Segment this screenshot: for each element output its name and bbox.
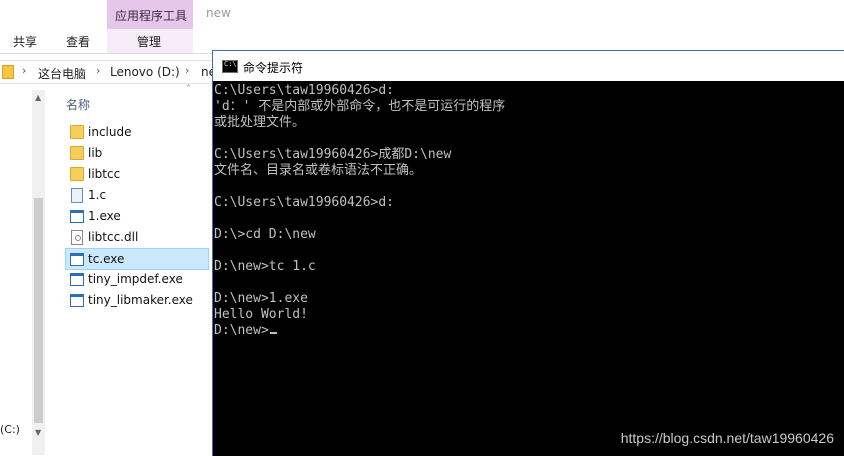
console-line: C:\Users\taw19960426>d: — [214, 195, 395, 210]
tab-manage-label: 管理 — [137, 35, 162, 49]
list-item[interactable]: tiny_impdef.exe — [66, 269, 208, 289]
dll-icon — [71, 230, 83, 245]
console-line: D:\new>1.exe — [214, 291, 308, 306]
context-group-label: 应用程序工具 — [115, 9, 188, 23]
chevron-right-icon[interactable]: › — [22, 64, 26, 77]
file-name: libtcc.dll — [88, 230, 139, 244]
file-name: tiny_libmaker.exe — [88, 293, 193, 307]
list-item-selected[interactable]: tc.exe — [65, 248, 209, 270]
exe-icon — [70, 294, 84, 307]
console-line: D:\new>tc 1.c — [214, 259, 316, 274]
console-line: D:\>cd D:\new — [214, 227, 316, 242]
tab-manage[interactable]: 管理 — [107, 29, 193, 54]
console-line: Hello World! — [214, 307, 308, 322]
console-title-bar[interactable]: C:\ 命令提示符 — [213, 51, 844, 81]
scroll-down-icon[interactable]: ▼ — [35, 428, 41, 437]
folder-icon — [70, 146, 84, 160]
file-name: tiny_impdef.exe — [88, 272, 183, 286]
app-tools-context-group: 应用程序工具 — [107, 0, 193, 29]
console-title: 命令提示符 — [243, 61, 304, 75]
file-name: include — [88, 125, 132, 139]
list-item[interactable]: include — [66, 122, 208, 142]
exe-icon — [70, 210, 84, 223]
folder-icon — [70, 167, 84, 181]
folder-icon — [70, 125, 84, 139]
tab-share[interactable]: 共享 — [13, 33, 37, 50]
file-name: libtcc — [88, 167, 121, 181]
breadcrumb-drive-d[interactable]: Lenovo (D:) — [110, 65, 180, 79]
file-name: lib — [88, 146, 103, 160]
exe-icon — [70, 273, 84, 286]
console-line: C:\Users\taw19960426>成都D:\new — [214, 147, 452, 162]
window-title: new — [206, 6, 231, 20]
explorer-ribbon: 应用程序工具 new 共享 查看 管理 — [0, 0, 844, 54]
tab-view[interactable]: 查看 — [66, 33, 90, 50]
chevron-up-icon: ˄ — [186, 84, 191, 95]
console-line: 'd：' 不是内部或外部命令，也不是可运行的程序 — [214, 99, 506, 114]
console-prompt: D:\new> — [214, 323, 269, 338]
breadcrumb-this-pc[interactable]: 这台电脑 — [38, 65, 86, 82]
console-line: 文件名、目录名或卷标语法不正确。 — [214, 163, 423, 178]
watermark: https://blog.csdn.net/taw19960426 — [620, 430, 834, 446]
text-cursor — [269, 332, 277, 334]
console-icon: C:\ — [222, 60, 238, 73]
list-item[interactable]: libtcc.dll — [66, 227, 208, 247]
folder-icon — [2, 65, 14, 79]
chevron-right-icon[interactable]: › — [185, 64, 189, 77]
console-prompt-line[interactable]: D:\new> — [214, 323, 277, 339]
column-header-name[interactable]: 名称 — [66, 96, 90, 113]
exe-icon — [70, 253, 84, 266]
chevron-right-icon[interactable]: › — [96, 64, 100, 77]
list-item[interactable]: 1.c — [66, 185, 208, 205]
nav-scrollbar[interactable]: ▲ ▼ — [32, 90, 45, 455]
console-line: 或批处理文件。 — [214, 115, 306, 130]
list-item[interactable]: lib — [66, 143, 208, 163]
console-line: C:\Users\taw19960426>d: — [214, 83, 395, 98]
console-output[interactable]: C:\Users\taw19960426>d: 'd：' 不是内部或外部命令，也… — [214, 82, 844, 456]
scrollbar-thumb[interactable] — [34, 198, 43, 423]
file-name: 1.exe — [88, 209, 121, 223]
c-file-icon — [71, 188, 83, 203]
scroll-up-icon[interactable]: ▲ — [35, 93, 41, 102]
list-item[interactable]: libtcc — [66, 164, 208, 184]
nav-item-drive-c[interactable]: (C:) — [0, 423, 20, 436]
file-name: tc.exe — [88, 252, 125, 266]
list-item[interactable]: tiny_libmaker.exe — [66, 290, 208, 310]
list-item[interactable]: 1.exe — [66, 206, 208, 226]
command-prompt-window[interactable]: C:\ 命令提示符 C:\Users\taw19960426>d: 'd：' 不… — [212, 50, 844, 456]
file-name: 1.c — [88, 188, 107, 202]
console-icon-label: C:\ — [224, 60, 237, 68]
